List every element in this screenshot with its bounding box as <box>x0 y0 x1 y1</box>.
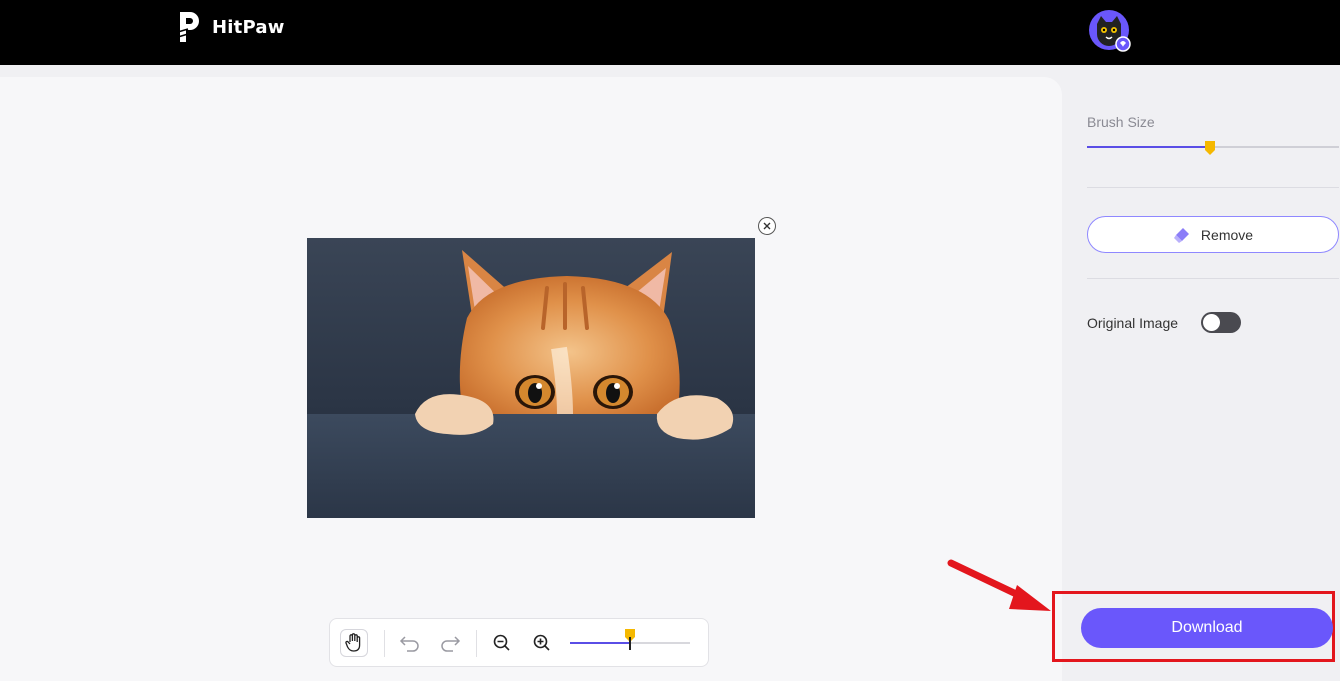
remove-button[interactable]: Remove <box>1087 216 1339 253</box>
brush-size-label: Brush Size <box>1087 114 1155 130</box>
canvas-toolbar <box>329 618 709 667</box>
close-circle-icon[interactable] <box>758 217 776 235</box>
redo-icon[interactable] <box>436 629 464 657</box>
cat-avatar-icon[interactable] <box>1089 10 1131 52</box>
toolbar-divider <box>476 630 477 657</box>
zoom-slider[interactable] <box>570 629 690 650</box>
brand-name: HitPaw <box>212 16 285 38</box>
undo-icon[interactable] <box>396 629 424 657</box>
settings-panel: Brush Size Remove Original Image <box>1062 65 1340 681</box>
panel-divider <box>1087 187 1339 188</box>
cat-image[interactable] <box>307 238 755 518</box>
hand-pan-icon[interactable] <box>340 629 368 657</box>
remove-label: Remove <box>1200 226 1254 243</box>
toolbar-divider <box>384 630 385 657</box>
zoom-out-icon[interactable] <box>488 629 516 657</box>
zoom-slider-thumb[interactable] <box>624 628 636 650</box>
original-image-label: Original Image <box>1087 315 1179 331</box>
eraser-icon <box>1173 227 1189 243</box>
top-header: HitPaw <box>0 0 1340 65</box>
brush-size-fill <box>1087 146 1211 148</box>
hitpaw-logo-icon <box>177 12 199 42</box>
red-arrow-annotation <box>947 559 1051 611</box>
brand-logo[interactable]: HitPaw <box>176 10 285 44</box>
brush-size-slider[interactable] <box>1087 141 1339 155</box>
brush-size-thumb[interactable] <box>1204 140 1216 156</box>
download-button[interactable]: Download <box>1081 608 1333 648</box>
panel-divider <box>1087 278 1339 279</box>
original-image-toggle[interactable] <box>1201 312 1241 333</box>
toggle-knob <box>1203 314 1220 331</box>
zoom-slider-fill <box>570 642 630 644</box>
zoom-in-icon[interactable] <box>528 629 556 657</box>
